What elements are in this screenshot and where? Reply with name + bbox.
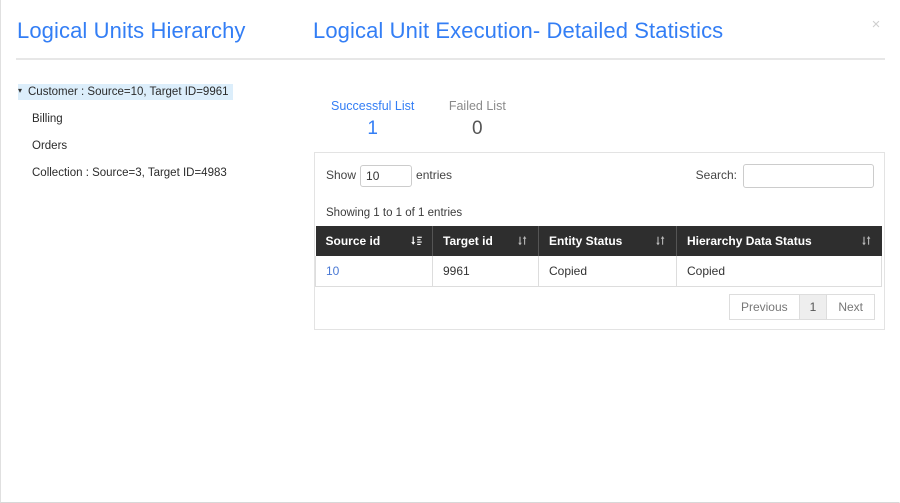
dialog-header: Logical Units Hierarchy Logical Unit Exe… [1, 0, 899, 62]
tab-successful-list-count: 1 [367, 118, 378, 139]
entries-length-control: Show entries [326, 165, 452, 187]
search-input[interactable] [743, 164, 874, 188]
table-row[interactable]: 10 9961 Copied Copied [315, 256, 882, 287]
tree-node-billing[interactable]: Billing [32, 111, 301, 127]
search-control: Search: [696, 164, 874, 188]
pagination-page-1-button[interactable]: 1 [798, 294, 828, 320]
sort-asc-icon[interactable] [410, 235, 423, 248]
tree-node-collection[interactable]: Collection : Source=3, Target ID=4983 [32, 165, 301, 181]
tab-successful-list-label[interactable]: Successful List [331, 98, 414, 115]
table-header-row: Source id Target id Entity Status Hierar… [315, 226, 882, 256]
table-pagination: Previous 1 Next [728, 294, 875, 320]
tree-node-label: Orders [32, 140, 68, 153]
successful-list-panel: Show entries Search: Showing 1 to 1 of 1 … [314, 152, 885, 330]
cell-hierarchy-data-status: Copied [676, 256, 882, 287]
tab-failed-list-label[interactable]: Failed List [449, 98, 506, 115]
cell-target-id: 9961 [432, 256, 539, 287]
datatable-controls: Show entries Search: [315, 153, 884, 197]
page-title-statistics: Logical Unit Execution- Detailed Statist… [313, 18, 724, 43]
column-header-label: Hierarchy Data Status [687, 234, 812, 248]
logical-units-tree: ▾ Customer : Source=10, Target ID=9961 Bi… [1, 70, 301, 181]
entries-label: entries [416, 168, 453, 183]
column-header-entity-status[interactable]: Entity Status [538, 226, 677, 256]
tree-node-label: Collection : Source=3, Target ID=4983 [32, 167, 227, 180]
column-header-target-id[interactable]: Target id [432, 226, 539, 256]
chevron-down-icon[interactable]: ▾ [18, 83, 28, 99]
column-header-label: Source id [325, 234, 381, 248]
column-header-hierarchy-data-status[interactable]: Hierarchy Data Status [676, 226, 882, 256]
tree-node-label: Customer : Source=10, Target ID=9961 [28, 86, 229, 99]
tree-node-customer[interactable]: ▾ Customer : Source=10, Target ID=9961 [18, 84, 233, 100]
sort-both-icon[interactable] [654, 235, 667, 248]
statistics-tabs: Successful List 1 Failed List 0 [331, 98, 506, 142]
cell-entity-status: Copied [538, 256, 677, 287]
source-id-link[interactable]: 10 [326, 264, 339, 278]
tab-failed-list-count: 0 [472, 118, 483, 139]
page-title-hierarchy: Logical Units Hierarchy [17, 18, 246, 43]
successful-list-table: Source id Target id Entity Status Hierar… [315, 226, 882, 287]
search-label: Search: [695, 168, 737, 183]
sort-both-icon[interactable] [516, 235, 529, 248]
tree-node-orders[interactable]: Orders [32, 138, 301, 154]
sort-both-icon[interactable] [860, 235, 873, 248]
column-header-label: Entity Status [549, 234, 623, 248]
tab-failed-list[interactable]: Failed List 0 [449, 98, 506, 142]
column-header-source-id[interactable]: Source id [315, 226, 433, 256]
column-header-label: Target id [443, 234, 493, 248]
pagination-previous-button[interactable]: Previous [728, 294, 800, 320]
entries-per-page-input[interactable] [360, 165, 413, 187]
tree-node-label: Billing [32, 113, 63, 126]
logical-unit-execution-dialog: Logical Units Hierarchy Logical Unit Exe… [0, 0, 900, 503]
datatable-info: Showing 1 to 1 of 1 entries [326, 207, 463, 219]
cell-source-id[interactable]: 10 [315, 256, 433, 287]
pagination-next-button[interactable]: Next [826, 294, 875, 320]
header-divider [16, 58, 885, 60]
close-icon[interactable]: × [867, 16, 885, 34]
show-label: Show [326, 168, 357, 183]
tab-successful-list[interactable]: Successful List 1 [331, 98, 414, 142]
